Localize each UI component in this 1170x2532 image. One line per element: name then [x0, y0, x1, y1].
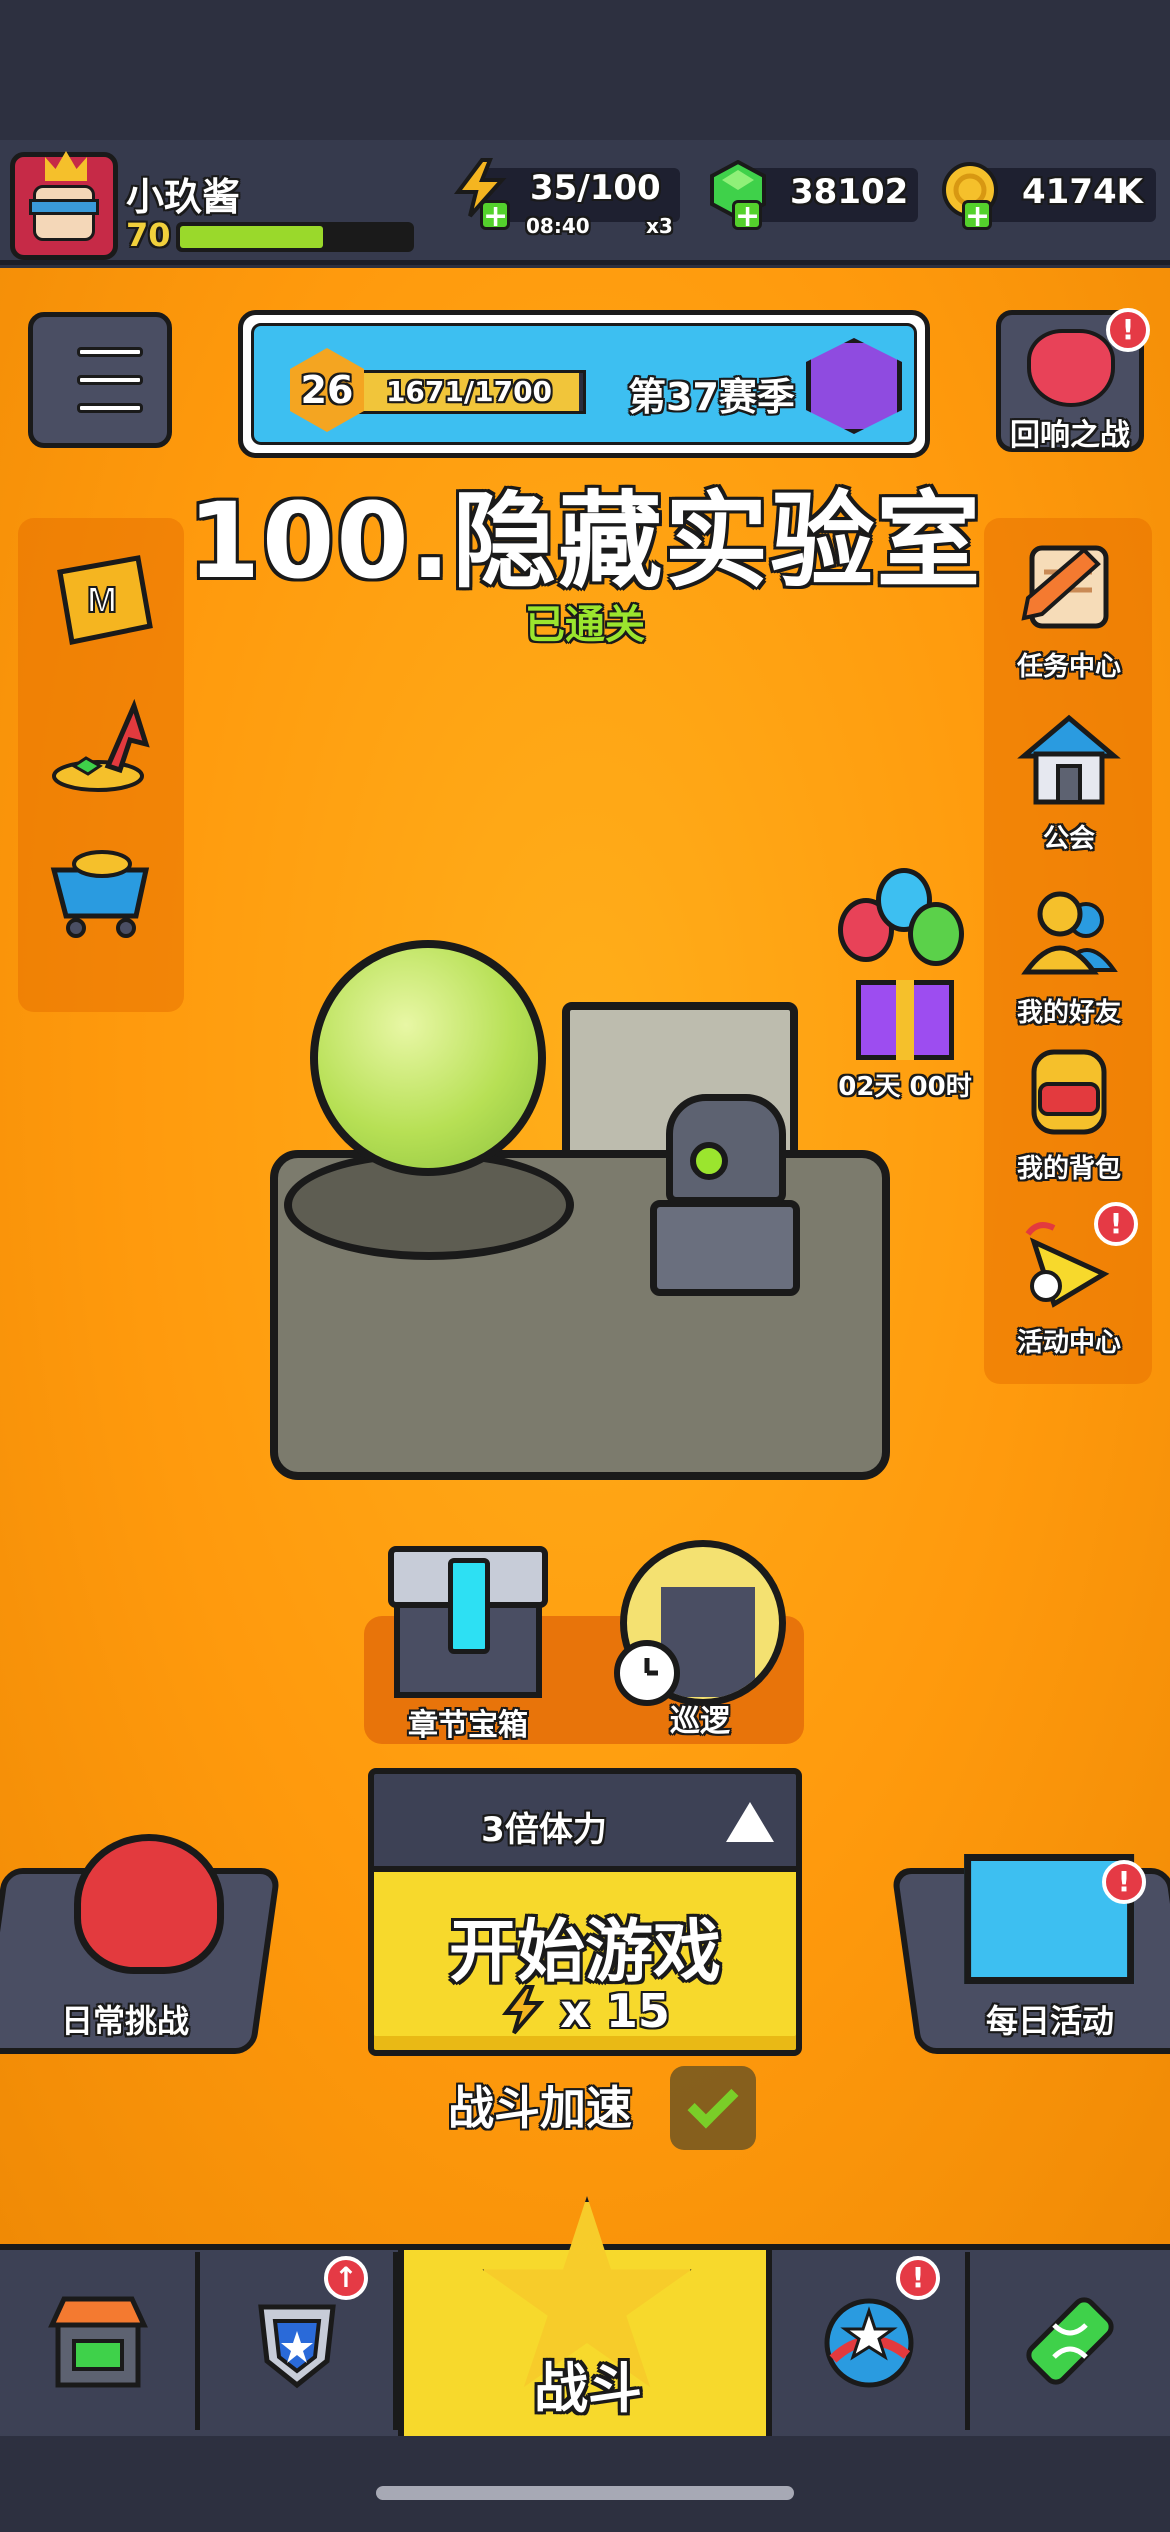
tab-shop[interactable] — [0, 2252, 200, 2430]
task-center-label: 任务中心 — [1016, 652, 1121, 682]
daily-event-label: 每日活动 — [985, 2002, 1114, 2040]
guild-button[interactable]: 公会 — [994, 710, 1144, 855]
gift-timer: 02天 00时 — [838, 1072, 972, 1102]
start-game-cost-value: x 15 — [560, 1984, 670, 2038]
equipment-upgrade-icon: ↑ — [324, 2256, 368, 2300]
tab-equipment[interactable] — [200, 2252, 398, 2430]
monthly-card-button[interactable]: M — [26, 552, 176, 656]
friends-icon — [1021, 891, 1118, 975]
backpack-icon — [1031, 1049, 1107, 1135]
season-panel[interactable]: 1671/1700 26 第37赛季 — [238, 310, 930, 458]
battle-speed-checkbox[interactable] — [670, 2066, 756, 2150]
level-lab-illustration[interactable] — [270, 940, 890, 1480]
menu-button[interactable] — [28, 312, 172, 448]
season-progress-bar: 1671/1700 — [352, 370, 586, 414]
growth-arrow-icon — [52, 698, 150, 792]
chapter-chest-label: 章节宝箱 — [408, 1708, 528, 1743]
stamina-label: 3倍体力 — [481, 1810, 607, 1850]
season-inner: 1671/1700 26 第37赛季 — [251, 323, 917, 445]
echo-battle-alert: ! — [1106, 308, 1150, 352]
patrol-label: 巡逻 — [670, 1704, 730, 1739]
shopping-cart-icon — [50, 850, 150, 938]
demon-mask-icon — [1027, 329, 1115, 407]
start-game-label: 开始游戏 — [448, 1913, 721, 1992]
home-indicator — [376, 2486, 794, 2500]
echo-battle-label: 回响之战 — [1010, 418, 1130, 453]
player-name: 小玖酱 — [126, 175, 241, 219]
player-avatar[interactable] — [10, 151, 118, 260]
energy-add-button[interactable]: + — [480, 200, 510, 232]
menu-line — [77, 375, 143, 385]
growth-fund-button[interactable] — [26, 696, 176, 800]
energy-multiplier: x3 — [646, 214, 673, 238]
gems-value: 38102 — [790, 172, 909, 212]
headband — [29, 199, 99, 215]
chapter-chest-button[interactable] — [388, 1546, 548, 1698]
energy-bolt-icon — [502, 1985, 545, 2035]
star-orb-icon — [824, 2298, 913, 2388]
daily-challenge-label: 日常挑战 — [60, 2002, 189, 2040]
dna-capsule-icon — [1026, 2297, 1114, 2385]
stamina-multiplier-toggle[interactable]: 3倍体力 — [368, 1768, 802, 1872]
glowing-orb — [310, 940, 546, 1176]
talents-alert: ! — [896, 2256, 940, 2300]
backpack-label: 我的背包 — [1016, 1154, 1121, 1184]
daily-event-alert: ! — [1102, 1860, 1146, 1904]
chest-energy-core — [448, 1558, 490, 1654]
robot-character — [650, 1094, 810, 1334]
battle-speed-label: 战斗加速 — [448, 2081, 632, 2135]
energy-timer: 08:40 — [526, 214, 590, 238]
store-icon — [47, 2296, 148, 2388]
status-bar-area — [0, 0, 1170, 140]
friends-label: 我的好友 — [1016, 998, 1121, 1028]
event-center-alert: ! — [1094, 1202, 1138, 1246]
shop-cart-button[interactable] — [26, 840, 176, 944]
robot-eye — [690, 1142, 728, 1180]
top-resource-bar: 小玖酱 70 + 35/100 08:40 x3 + 38102 + 4174K — [0, 140, 1170, 265]
backpack-button[interactable]: 我的背包 — [994, 1040, 1144, 1185]
season-level-badge: 26 — [290, 348, 364, 432]
gems-add-button[interactable]: + — [732, 200, 762, 232]
monthly-card-icon: M — [57, 555, 153, 645]
robot-head — [666, 1094, 786, 1204]
gift-balloons[interactable] — [838, 868, 968, 1088]
green-balloon — [908, 902, 964, 966]
boxing-glove-icon — [74, 1834, 225, 1974]
coins-value: 4174K — [1022, 172, 1143, 212]
tab-battle-label: 战斗 — [534, 2357, 642, 2420]
shield-icon — [257, 2304, 336, 2389]
player-xp-fill — [180, 226, 323, 248]
triangle-up-icon — [726, 1802, 774, 1842]
friends-button[interactable]: 我的好友 — [994, 884, 1144, 1029]
player-xp-bar — [176, 222, 414, 252]
scroll-pencil-icon — [1021, 545, 1109, 629]
coins-add-button[interactable]: + — [962, 200, 992, 232]
menu-line — [77, 347, 143, 357]
start-game-cost: x 15 — [374, 1984, 796, 2038]
guild-label: 公会 — [1042, 824, 1095, 854]
season-rank-icon — [806, 338, 902, 434]
season-label: 第37赛季 — [628, 375, 795, 419]
season-progress-text: 1671/1700 — [385, 375, 553, 408]
event-center-label: 活动中心 — [1016, 1328, 1121, 1358]
tab-evolution[interactable] — [970, 2252, 1170, 2430]
tab-talents[interactable] — [772, 2252, 970, 2430]
start-game-button[interactable]: 开始游戏 x 15 — [368, 1866, 802, 2056]
guild-house-icon — [1017, 714, 1121, 805]
robot-body — [650, 1200, 800, 1296]
menu-line — [77, 403, 143, 413]
energy-value: 35/100 — [530, 168, 661, 208]
gift-ribbon — [896, 980, 914, 1060]
crown-icon — [45, 151, 87, 181]
task-center-button[interactable]: 任务中心 — [994, 538, 1144, 683]
player-level: 70 — [126, 216, 171, 254]
checkmark-icon — [687, 2077, 739, 2129]
svg-text:M: M — [87, 579, 117, 620]
